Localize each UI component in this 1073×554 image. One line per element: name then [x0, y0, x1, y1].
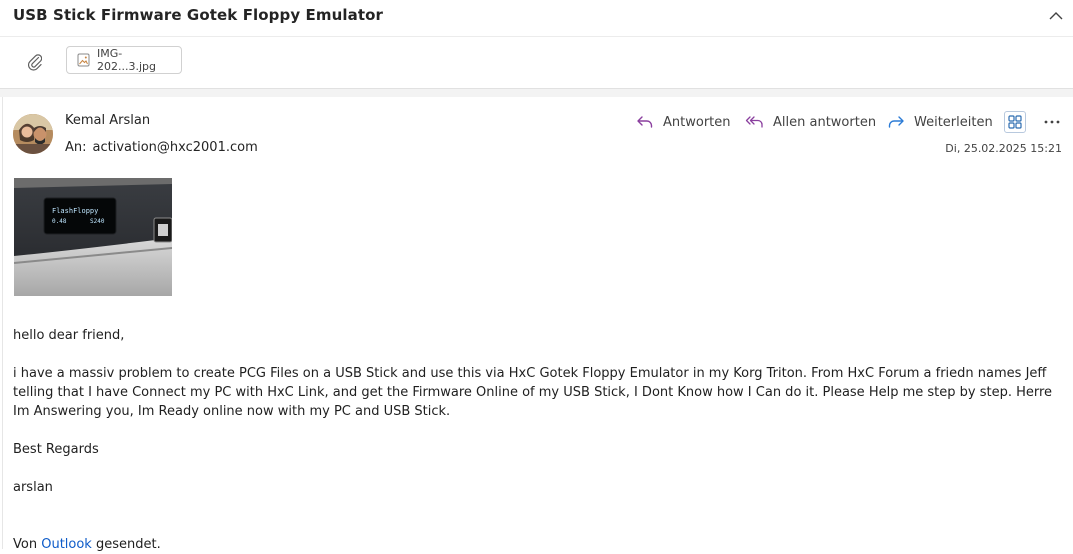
recipient-line: An: activation@hxc2001.com	[65, 140, 258, 155]
reply-all-button[interactable]: Allen antworten	[745, 111, 876, 133]
apps-grid-icon	[1008, 115, 1022, 129]
forward-button[interactable]: Weiterleiten	[887, 111, 993, 133]
to-label: An:	[65, 140, 87, 155]
image-text-line2-left: 0.48	[52, 218, 67, 225]
outlook-link[interactable]: Outlook	[41, 537, 92, 552]
more-options-icon[interactable]	[1042, 111, 1062, 133]
image-text-line1: FlashFloppy	[52, 207, 98, 215]
attachment-name: IMG-202...3.jpg	[96, 47, 156, 73]
recipient-address[interactable]: activation@hxc2001.com	[93, 140, 258, 155]
message-date: Di, 25.02.2025 15:21	[945, 142, 1062, 155]
sent-prefix: Von	[13, 537, 42, 552]
section-gap	[0, 89, 1073, 97]
reply-label: Antworten	[663, 114, 731, 130]
divider	[0, 36, 1073, 37]
reply-icon	[637, 116, 653, 128]
subject-card: USB Stick Firmware Gotek Floppy Emulator…	[0, 0, 1073, 89]
attachment-item[interactable]: IMG-202...3.jpg	[66, 46, 182, 74]
reply-all-icon	[745, 116, 763, 128]
apps-button[interactable]	[1004, 111, 1026, 133]
inline-image[interactable]: FlashFloppy 0.48 S240	[14, 178, 172, 296]
body-signature: arslan	[13, 480, 53, 495]
sender-name[interactable]: Kemal Arslan	[65, 113, 150, 128]
forward-label: Weiterleiten	[914, 114, 993, 130]
body-closing: Best Regards	[13, 442, 99, 457]
reply-button[interactable]: Antworten	[636, 111, 731, 133]
paperclip-icon[interactable]	[25, 52, 45, 72]
image-text-line2-right: S240	[90, 218, 105, 225]
body-paragraph: i have a massiv problem to create PCG Fi…	[13, 366, 1053, 419]
sent-from-line: Von Outlook gesendet.	[13, 535, 1065, 554]
sent-suffix: gesendet.	[91, 537, 161, 552]
reply-all-label: Allen antworten	[773, 114, 877, 130]
chevron-up-icon[interactable]	[1046, 5, 1066, 25]
avatar[interactable]	[13, 114, 53, 154]
image-file-icon	[77, 53, 91, 67]
forward-icon	[888, 116, 904, 128]
body-greeting: hello dear friend,	[13, 328, 125, 343]
email-subject: USB Stick Firmware Gotek Floppy Emulator	[13, 6, 384, 24]
message-body: hello dear friend, i have a massiv probl…	[13, 326, 1065, 554]
